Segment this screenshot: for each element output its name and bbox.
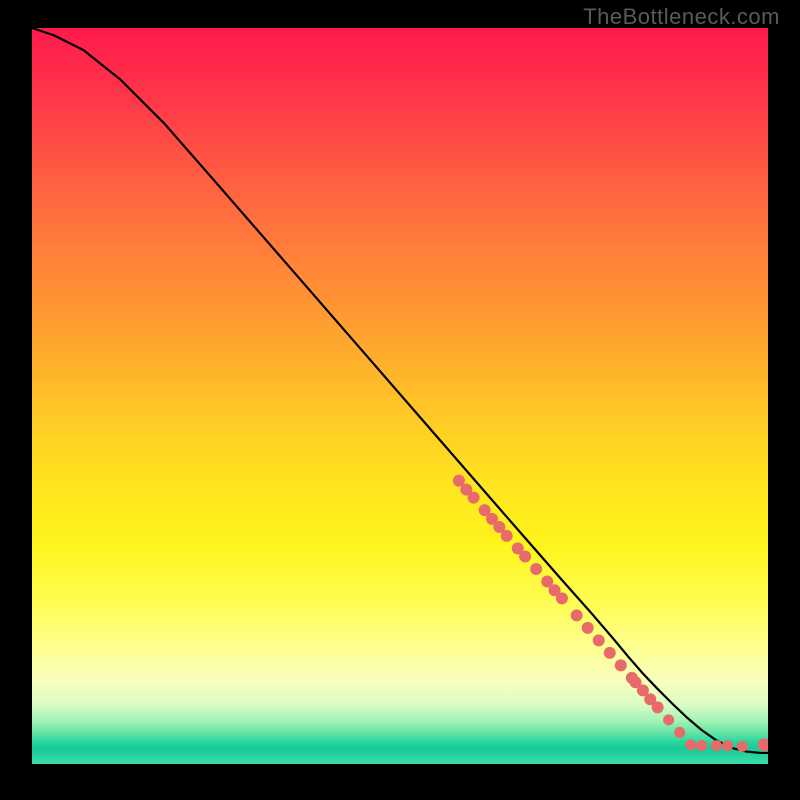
chart-frame: TheBottleneck.com — [0, 0, 800, 800]
data-point — [758, 738, 768, 751]
watermark-text: TheBottleneck.com — [583, 4, 780, 30]
data-point — [652, 701, 664, 713]
data-point — [615, 659, 627, 671]
data-point — [674, 727, 685, 738]
data-point — [519, 550, 531, 562]
data-point — [696, 740, 707, 751]
data-point — [556, 592, 568, 604]
data-point — [582, 622, 594, 634]
data-point — [593, 634, 605, 646]
plot-area — [32, 28, 768, 764]
data-point — [711, 740, 722, 751]
data-point — [722, 740, 733, 751]
data-point — [501, 530, 513, 542]
data-point — [571, 609, 583, 621]
chart-svg — [32, 28, 768, 764]
data-point — [685, 739, 696, 750]
data-point — [737, 741, 748, 752]
data-point — [530, 563, 542, 575]
data-point — [663, 714, 674, 725]
highlight-points — [453, 475, 768, 752]
curve-line — [32, 28, 768, 753]
data-point — [604, 647, 616, 659]
data-point — [468, 492, 480, 504]
